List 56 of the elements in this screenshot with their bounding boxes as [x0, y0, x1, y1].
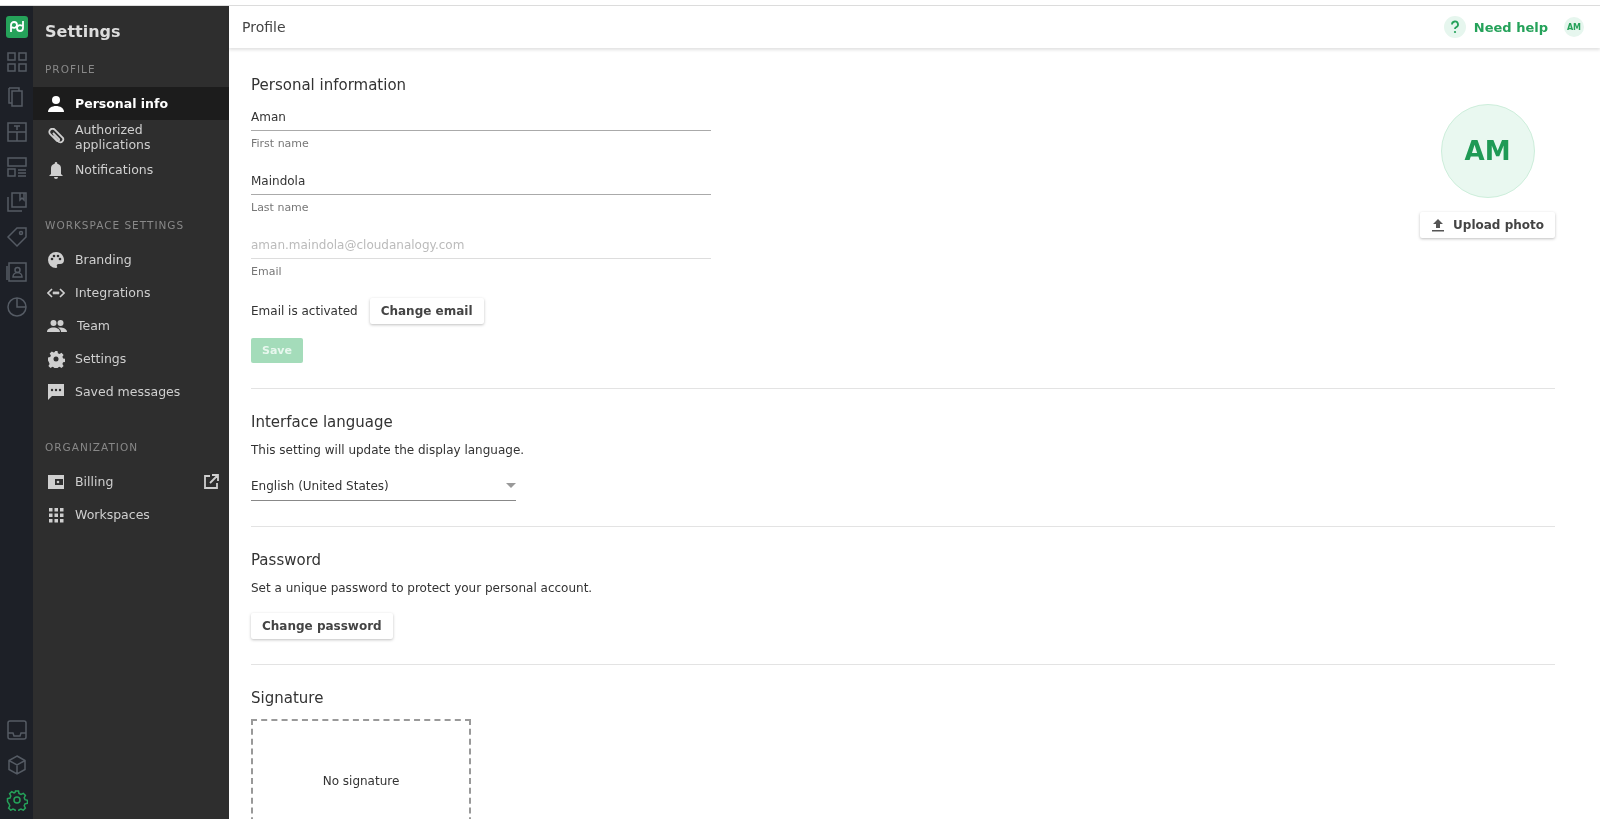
profile-avatar: AM [1440, 104, 1535, 198]
field-label: Email [251, 265, 283, 278]
question-icon [1443, 16, 1466, 38]
app-logo-icon[interactable] [5, 16, 28, 38]
stacked-pages-icon[interactable] [5, 191, 28, 213]
inbox-icon[interactable] [5, 719, 28, 741]
section-title: Personal information [251, 76, 408, 94]
settings-icon[interactable] [5, 789, 28, 811]
page-title: Profile [242, 19, 287, 35]
sidebar-item[interactable]: Personal info [33, 87, 229, 120]
person-icon [47, 94, 65, 113]
section-title: Interface language [251, 413, 394, 431]
settings-icon [47, 349, 65, 368]
pie-chart-icon[interactable] [5, 296, 28, 318]
section-title: Signature [251, 689, 325, 707]
chat-icon [47, 382, 65, 401]
language-dropdown[interactable]: English (United States) [251, 475, 516, 501]
text-field[interactable]: Aman [251, 106, 711, 131]
upload-photo-button[interactable]: Upload photo [1420, 212, 1555, 238]
change-email-button[interactable]: Change email [369, 298, 484, 324]
sidebar-item[interactable]: Billing [33, 465, 229, 498]
upload-icon [1431, 218, 1446, 232]
dropdown-caret-icon [506, 483, 516, 489]
sidebar-title: Settings [44, 21, 122, 43]
section-title: Password [251, 551, 323, 569]
template-icon[interactable] [5, 121, 28, 143]
section-heading: WORKSPACE SETTINGS [44, 219, 186, 233]
field-label: First name [251, 137, 310, 150]
sidebar-item[interactable]: Workspaces [33, 498, 229, 531]
change-password-button[interactable]: Change password [251, 613, 393, 639]
sidebar-item[interactable]: Authorized applications [33, 120, 229, 153]
sidebar-item[interactable]: Team [33, 309, 229, 342]
field-label: Last name [251, 201, 310, 214]
layout-icon[interactable] [5, 156, 28, 178]
section-description: This setting will update the display language. [251, 443, 526, 457]
text-field[interactable]: Maindola [251, 170, 711, 195]
section-heading: ORGANIZATION [44, 441, 140, 455]
apps-grid-icon [47, 505, 65, 524]
email-status-text: Email is activated [251, 304, 358, 318]
sidebar-item[interactable]: Saved messages [33, 375, 229, 408]
tag-icon[interactable] [5, 226, 28, 248]
sidebar-item[interactable]: Notifications [33, 153, 229, 186]
external-link-icon[interactable] [203, 473, 219, 490]
wallet-icon [47, 472, 65, 491]
palette-icon [47, 250, 65, 269]
sidebar-item[interactable]: Settings [33, 342, 229, 375]
section-description: Set a unique password to protect your personal account. [251, 581, 594, 595]
grid-icon[interactable] [5, 51, 28, 73]
contact-card-icon[interactable] [5, 261, 28, 283]
section-heading: PROFILE [44, 63, 97, 77]
bell-icon [47, 160, 65, 179]
sidebar-item[interactable]: Branding [33, 243, 229, 276]
sidebar-item[interactable]: Integrations [33, 276, 229, 309]
signature-box[interactable]: No signature [251, 719, 471, 819]
cube-icon[interactable] [5, 754, 28, 776]
paperclip-icon [47, 127, 65, 146]
